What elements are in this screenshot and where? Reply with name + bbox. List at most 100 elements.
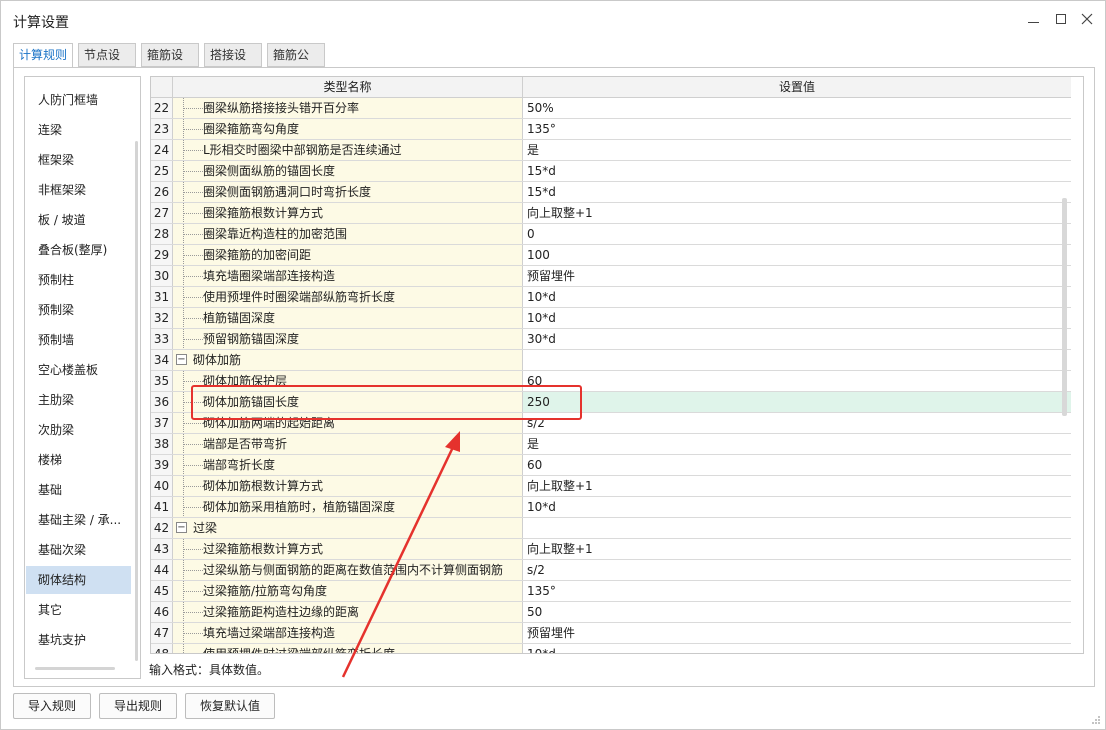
table-row[interactable]: 24 L形相交时圈梁中部钢筋是否连续通过 是 [151,140,1071,161]
sidebar-item[interactable]: 空心楼盖板 [26,356,131,384]
tab-node-settings[interactable]: 节点设置 [78,43,136,84]
resize-grip-icon[interactable] [1091,715,1101,725]
sidebar-item[interactable]: 砌体结构 [26,566,131,594]
export-rules-button[interactable]: 导出规则 [99,693,178,719]
table-row[interactable]: 29 圈梁箍筋的加密间距 100 [151,245,1071,266]
sidebar-item[interactable]: 基础次梁 [26,536,131,564]
maximize-icon[interactable] [1053,11,1069,27]
table-row[interactable]: 26 圈梁侧面钢筋遇洞口时弯折长度 15*d [151,182,1071,203]
setting-value-cell[interactable]: 50 [523,602,1071,622]
setting-value-cell[interactable]: 15*d [523,161,1071,181]
setting-value-cell[interactable]: 60 [523,455,1071,475]
setting-value-cell[interactable]: s/2 [523,413,1071,433]
setting-label: 植筋锚固深度 [203,311,276,325]
setting-value-cell[interactable]: 是 [523,434,1071,454]
table-row[interactable]: 31 使用预埋件时圈梁端部纵筋弯折长度 10*d [151,287,1071,308]
tree-branch [183,339,203,340]
setting-label: 端部弯折长度 [203,458,276,472]
table-row[interactable]: 22 圈梁纵筋搭接接头错开百分率 50% [151,98,1071,119]
restore-defaults-button[interactable]: 恢复默认值 [185,693,276,719]
table-row[interactable]: 45 过梁箍筋/拉筋弯勾角度 135° [151,581,1071,602]
setting-value-cell[interactable]: 50% [523,98,1071,118]
collapse-icon[interactable]: − [176,354,187,365]
sidebar-item[interactable]: 板 / 坡道 [26,206,131,234]
close-icon[interactable] [1079,11,1095,27]
setting-value-cell[interactable]: 向上取整+1 [523,476,1071,496]
import-rules-button[interactable]: 导入规则 [13,693,92,719]
setting-value-cell[interactable]: 60 [523,371,1071,391]
row-number: 27 [151,203,173,223]
sidebar-item[interactable]: 主肋梁 [26,386,131,414]
sidebar-item[interactable]: 非框架梁 [26,176,131,204]
table-row[interactable]: 48 使用预埋件时过梁端部纵筋弯折长度 10*d [151,644,1071,653]
setting-value-cell[interactable]: 是 [523,140,1071,160]
table-row[interactable]: 40 砌体加筋根数计算方式 向上取整+1 [151,476,1071,497]
setting-value-cell[interactable]: 15*d [523,182,1071,202]
row-type-name: 砌体加筋采用植筋时，植筋锚固深度 [173,497,523,517]
setting-value-cell[interactable]: 30*d [523,329,1071,349]
table-row[interactable]: 39 端部弯折长度 60 [151,455,1071,476]
table-row[interactable]: 46 过梁箍筋距构造柱边缘的距离 50 [151,602,1071,623]
sidebar-item[interactable]: 楼梯 [26,446,131,474]
group-row[interactable]: 42− 过梁 [151,518,1071,539]
setting-value-cell[interactable]: 向上取整+1 [523,203,1071,223]
table-row[interactable]: 27 圈梁箍筋根数计算方式 向上取整+1 [151,203,1071,224]
sidebar-item[interactable]: 基础主梁 / 承... [26,506,131,534]
sidebar-item[interactable]: 人防门框墙 [26,86,131,114]
setting-value-cell[interactable]: 135° [523,581,1071,601]
setting-label: 端部是否带弯折 [203,437,288,451]
setting-value-cell[interactable]: 0 [523,224,1071,244]
row-type-name: 过梁箍筋/拉筋弯勾角度 [173,581,523,601]
sidebar-item[interactable]: 框架梁 [26,146,131,174]
sidebar-item[interactable]: 连梁 [26,116,131,144]
tree-branch [183,465,203,466]
collapse-icon[interactable]: − [176,522,187,533]
setting-value-cell[interactable]: 10*d [523,497,1071,517]
setting-value-cell[interactable] [523,350,1071,370]
table-row[interactable]: 32 植筋锚固深度 10*d [151,308,1071,329]
sidebar-item[interactable]: 预制墙 [26,326,131,354]
row-type-name: 砌体加筋根数计算方式 [173,476,523,496]
setting-value-cell[interactable]: 10*d [523,287,1071,307]
table-row[interactable]: 23 圈梁箍筋弯勾角度 135° [151,119,1071,140]
setting-value-cell[interactable]: 预留埋件 [523,266,1071,286]
sidebar-item[interactable]: 次肋梁 [26,416,131,444]
setting-value-cell[interactable] [523,518,1071,538]
setting-value-cell[interactable]: 135° [523,119,1071,139]
setting-value-cell[interactable]: 10*d [523,644,1071,653]
setting-value-cell[interactable]: s/2 [523,560,1071,580]
sidebar-item[interactable]: 叠合板(整厚) [26,236,131,264]
table-row[interactable]: 38 端部是否带弯折 是 [151,434,1071,455]
setting-value-cell[interactable]: 向上取整+1 [523,539,1071,559]
tab-calc-rules[interactable]: 计算规则 [13,43,73,68]
table-row[interactable]: 44 过梁纵筋与侧面钢筋的距离在数值范围内不计算侧面钢筋 s/2 [151,560,1071,581]
sidebar-item[interactable]: 其它 [26,596,131,624]
table-row[interactable]: 47 填充墙过梁端部连接构造 预留埋件 [151,623,1071,644]
sidebar-item[interactable]: 预制柱 [26,266,131,294]
tab-stirrup-settings[interactable]: 箍筋设置 [141,43,199,84]
setting-value-cell[interactable]: 250 [523,392,1071,412]
table-row[interactable]: 41 砌体加筋采用植筋时，植筋锚固深度 10*d [151,497,1071,518]
tree-branch [183,171,203,172]
sidebar-item[interactable]: 基础 [26,476,131,504]
tab-stirrup-formula[interactable]: 箍筋公式 [267,43,325,84]
setting-label: 使用预埋件时圈梁端部纵筋弯折长度 [203,290,396,304]
setting-value-cell[interactable]: 100 [523,245,1071,265]
setting-value-cell[interactable]: 预留埋件 [523,623,1071,643]
minimize-icon[interactable] [1025,11,1041,27]
setting-value-cell[interactable]: 10*d [523,308,1071,328]
table-row[interactable]: 30 填充墙圈梁端部连接构造 预留埋件 [151,266,1071,287]
tree-branch [183,234,203,235]
table-row[interactable]: 28 圈梁靠近构造柱的加密范围 0 [151,224,1071,245]
grid-scrollbar[interactable] [1062,198,1067,416]
tab-lap-settings[interactable]: 搭接设置 [204,43,262,84]
row-number: 46 [151,602,173,622]
table-row[interactable]: 43 过梁箍筋根数计算方式 向上取整+1 [151,539,1071,560]
sidebar-item[interactable]: 基坑支护 [26,626,131,654]
sidebar-scrollbar[interactable] [135,141,138,661]
sidebar-item[interactable]: 预制梁 [26,296,131,324]
sidebar-horizontal-scrollbar[interactable] [35,667,115,670]
table-row[interactable]: 33 预留钢筋锚固深度 30*d [151,329,1071,350]
group-row[interactable]: 34− 砌体加筋 [151,350,1071,371]
table-row[interactable]: 25 圈梁侧面纵筋的锚固长度 15*d [151,161,1071,182]
